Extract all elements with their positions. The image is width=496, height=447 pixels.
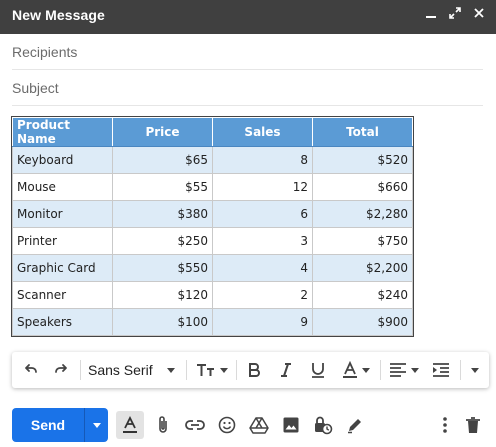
cell-price[interactable]: $250: [112, 227, 213, 255]
toolbar-divider: [236, 360, 237, 380]
bold-icon[interactable]: [242, 352, 266, 388]
google-drive-icon[interactable]: [245, 411, 273, 439]
discard-draft-icon[interactable]: [459, 411, 487, 439]
cell-sales[interactable]: 8: [212, 146, 313, 174]
compose-title: New Message: [12, 7, 105, 23]
cell-total[interactable]: $2,200: [312, 254, 413, 282]
font-family-label: Sans Serif: [88, 362, 153, 378]
cell-price[interactable]: $550: [112, 254, 213, 282]
cell-total[interactable]: $660: [312, 173, 413, 201]
undo-icon[interactable]: [18, 352, 42, 388]
table-row: Printer $250 3 $750: [12, 227, 413, 255]
cell-product[interactable]: Printer: [12, 227, 113, 255]
cell-total[interactable]: $520: [312, 146, 413, 174]
more-options-icon[interactable]: [431, 411, 459, 439]
subject-input[interactable]: [12, 78, 483, 98]
table-row: Mouse $55 12 $660: [12, 173, 413, 201]
cell-sales[interactable]: 4: [212, 254, 313, 282]
cell-product[interactable]: Keyboard: [12, 146, 113, 174]
toolbar-divider: [460, 360, 461, 380]
italic-icon[interactable]: [274, 352, 298, 388]
indent-icon[interactable]: [428, 352, 454, 388]
cell-total[interactable]: $900: [312, 308, 413, 336]
font-size-button[interactable]: [194, 352, 230, 388]
cell-product[interactable]: Speakers: [12, 308, 113, 336]
chevron-down-icon: [220, 367, 228, 373]
table-row: Speakers $100 9 $900: [12, 308, 413, 336]
formatting-options-icon[interactable]: [116, 411, 144, 439]
cell-total[interactable]: $750: [312, 227, 413, 255]
table-row: Scanner $120 2 $240: [12, 281, 413, 309]
cell-product[interactable]: Graphic Card: [12, 254, 113, 282]
cell-sales[interactable]: 12: [212, 173, 313, 201]
font-family-select[interactable]: Sans Serif: [88, 352, 184, 388]
align-button[interactable]: [386, 352, 422, 388]
schedule-send-button[interactable]: [84, 408, 108, 442]
product-sales-table: Product Name Price Sales Total Keyboard …: [11, 116, 414, 337]
subject-row: [12, 70, 483, 106]
full-screen-icon[interactable]: [445, 6, 465, 26]
header-sales: Sales: [212, 117, 313, 147]
underline-icon[interactable]: [306, 352, 330, 388]
chevron-down-icon: [411, 367, 419, 373]
send-button-group: Send: [12, 408, 108, 442]
confidential-mode-icon[interactable]: [309, 411, 337, 439]
cell-price[interactable]: $65: [112, 146, 213, 174]
more-formatting-icon[interactable]: [464, 352, 486, 388]
chevron-down-icon: [362, 367, 370, 373]
cell-product[interactable]: Scanner: [12, 281, 113, 309]
chevron-down-icon: [166, 367, 175, 373]
insert-photo-icon[interactable]: [277, 411, 305, 439]
cell-sales[interactable]: 3: [212, 227, 313, 255]
cell-product[interactable]: Mouse: [12, 173, 113, 201]
send-button[interactable]: Send: [12, 408, 84, 442]
cell-price[interactable]: $120: [112, 281, 213, 309]
formatting-toolbar: Sans Serif: [12, 352, 489, 388]
cell-product[interactable]: Monitor: [12, 200, 113, 228]
signature-pen-icon[interactable]: [341, 411, 369, 439]
chevron-down-icon: [92, 422, 101, 428]
header-price: Price: [112, 117, 213, 147]
recipients-row: [12, 34, 483, 70]
cell-sales[interactable]: 6: [212, 200, 313, 228]
cell-sales[interactable]: 9: [212, 308, 313, 336]
toolbar-divider: [380, 360, 381, 380]
redo-icon[interactable]: [50, 352, 74, 388]
recipients-input[interactable]: [12, 42, 483, 62]
cell-price[interactable]: $100: [112, 308, 213, 336]
table-row: Keyboard $65 8 $520: [12, 146, 413, 174]
cell-sales[interactable]: 2: [212, 281, 313, 309]
table-row: Graphic Card $550 4 $2,200: [12, 254, 413, 282]
insert-link-icon[interactable]: [181, 411, 209, 439]
header-product-name: Product Name: [12, 117, 113, 147]
toolbar-divider: [80, 360, 81, 380]
cell-total[interactable]: $2,280: [312, 200, 413, 228]
header-total: Total: [312, 117, 413, 147]
minimize-icon[interactable]: [421, 6, 441, 26]
table-row: Monitor $380 6 $2,280: [12, 200, 413, 228]
cell-price[interactable]: $380: [112, 200, 213, 228]
text-color-button[interactable]: [338, 352, 374, 388]
emoji-icon[interactable]: [213, 411, 241, 439]
close-icon[interactable]: [469, 6, 489, 26]
cell-total[interactable]: $240: [312, 281, 413, 309]
toolbar-divider: [186, 360, 187, 380]
chevron-down-icon: [471, 367, 479, 373]
attach-file-icon[interactable]: [149, 411, 177, 439]
table-header-row: Product Name Price Sales Total: [12, 117, 413, 147]
cell-price[interactable]: $55: [112, 173, 213, 201]
compose-title-bar: New Message: [0, 0, 496, 34]
